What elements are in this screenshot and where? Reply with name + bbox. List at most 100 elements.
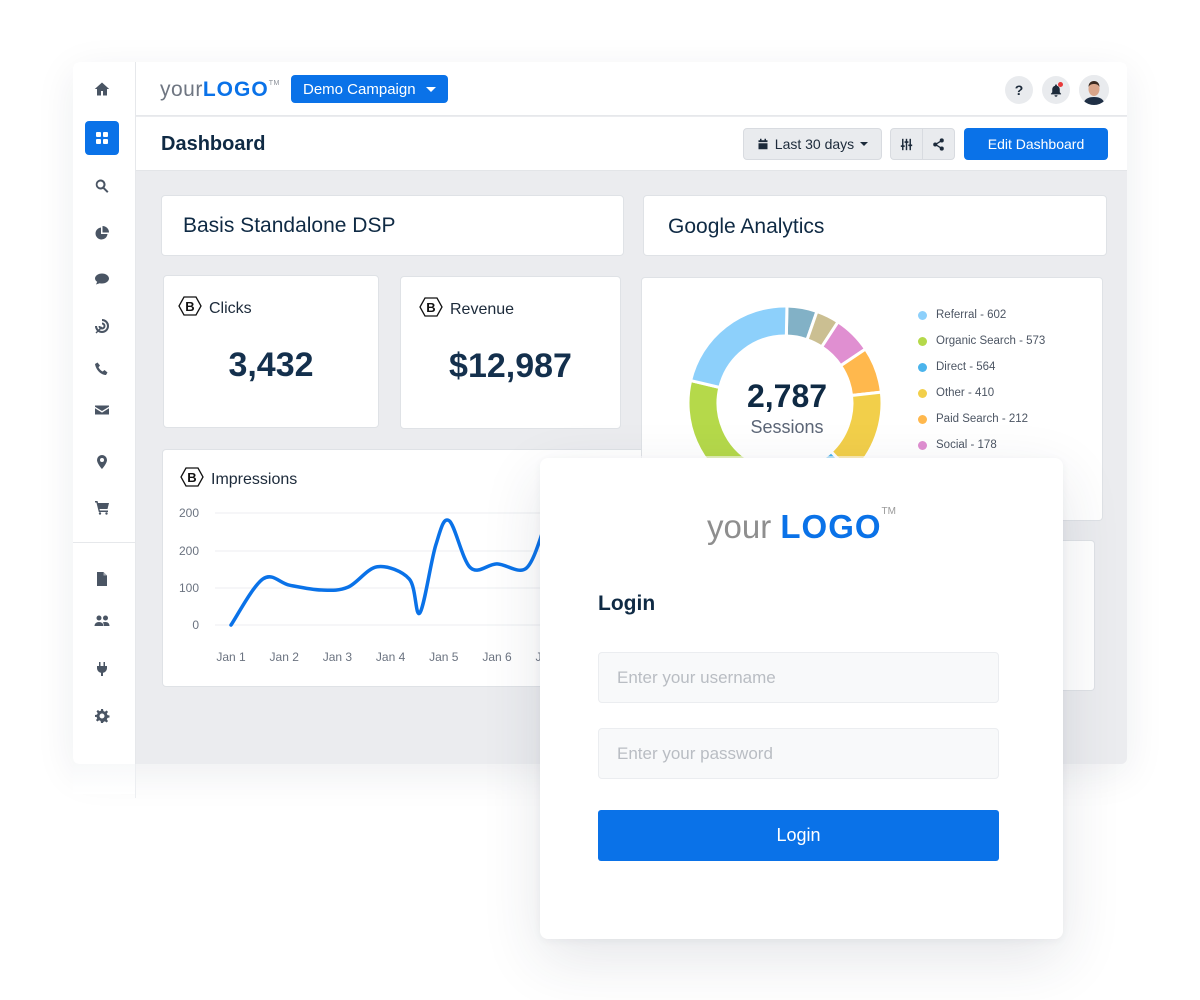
x-tick-label: Jan 1 bbox=[216, 650, 246, 664]
username-input[interactable] bbox=[598, 652, 999, 703]
share-button[interactable] bbox=[922, 129, 954, 159]
x-tick-label: Jan 4 bbox=[376, 650, 406, 664]
revenue-value: $12,987 bbox=[449, 347, 572, 385]
y-tick-label: 0 bbox=[192, 618, 199, 632]
legend-label: Social - 178 bbox=[936, 439, 997, 451]
dashboard-header: Dashboard Last 30 days Edit Dashboard bbox=[136, 117, 1127, 171]
share-icon bbox=[933, 137, 944, 151]
sliders-icon bbox=[900, 138, 913, 150]
edit-dashboard-label: Edit Dashboard bbox=[987, 136, 1085, 152]
partial-card bbox=[1061, 540, 1095, 691]
sidebar-extension-border bbox=[135, 764, 136, 798]
basis-logo-icon: B bbox=[419, 297, 443, 322]
legend-dot-icon bbox=[918, 414, 927, 424]
sidebar-extension bbox=[73, 764, 136, 794]
legend-item: Direct - 564 bbox=[918, 354, 1045, 380]
sidebar-item-locations[interactable] bbox=[85, 445, 119, 479]
x-tick-label: Jan 2 bbox=[270, 650, 300, 664]
question-mark-icon: ? bbox=[1014, 82, 1024, 98]
legend-dot-icon bbox=[918, 362, 927, 372]
app-logo[interactable]: yourLOGOTM bbox=[160, 78, 280, 102]
help-button[interactable]: ? bbox=[1005, 76, 1033, 104]
chat-bubble-icon bbox=[95, 273, 109, 285]
legend-dot-icon bbox=[918, 336, 927, 346]
y-tick-label: 200 bbox=[179, 506, 199, 520]
document-icon bbox=[97, 572, 107, 586]
edit-dashboard-button[interactable]: Edit Dashboard bbox=[964, 128, 1108, 160]
sidebar-item-calls[interactable] bbox=[85, 352, 119, 386]
target-icon bbox=[95, 319, 109, 334]
revenue-label-text: Revenue bbox=[450, 300, 515, 318]
basis-section-title: Basis Standalone DSP bbox=[183, 214, 396, 237]
sidebar-item-home[interactable] bbox=[85, 72, 119, 106]
logo-text-brand: LOGO bbox=[202, 78, 269, 101]
pie-chart-icon bbox=[95, 226, 109, 240]
sidebar-item-documents[interactable] bbox=[85, 562, 119, 596]
sidebar bbox=[73, 62, 136, 764]
notification-badge bbox=[1058, 82, 1063, 87]
google-analytics-section-title: Google Analytics bbox=[668, 215, 825, 238]
map-pin-icon bbox=[97, 455, 107, 469]
legend-item: Other - 410 bbox=[918, 380, 1045, 406]
view-options-group bbox=[890, 128, 955, 160]
legend-dot-icon bbox=[918, 388, 927, 398]
sidebar-item-reports[interactable] bbox=[85, 216, 119, 250]
sessions-label: Sessions bbox=[750, 417, 824, 437]
campaign-dropdown[interactable]: Demo Campaign bbox=[291, 75, 448, 103]
login-logo-your: your bbox=[707, 508, 772, 545]
x-tick-label: Jan 6 bbox=[482, 650, 512, 664]
clicks-card: B Clicks 3,432 bbox=[163, 275, 379, 428]
legend-item: Referral - 602 bbox=[918, 302, 1045, 328]
login-dialog: your LOGOTM Login Login bbox=[540, 458, 1063, 939]
sidebar-item-integrations[interactable] bbox=[85, 652, 119, 686]
shopping-cart-icon bbox=[95, 501, 109, 515]
sidebar-item-settings[interactable] bbox=[85, 699, 119, 733]
basis-section-header: Basis Standalone DSP bbox=[161, 195, 624, 256]
sessions-legend: Referral - 602 Organic Search - 573 Direct… bbox=[918, 302, 1045, 458]
password-input[interactable] bbox=[598, 728, 999, 779]
sessions-value: 2,787 bbox=[746, 378, 828, 414]
chevron-down-icon bbox=[860, 142, 869, 146]
sidebar-item-dashboard[interactable] bbox=[85, 121, 119, 155]
date-range-dropdown[interactable]: Last 30 days bbox=[743, 128, 882, 160]
user-avatar[interactable] bbox=[1079, 75, 1109, 105]
x-tick-label: Jan 3 bbox=[323, 650, 353, 664]
legend-label: Paid Search - 212 bbox=[936, 413, 1029, 425]
sidebar-item-search[interactable] bbox=[85, 169, 119, 203]
users-icon bbox=[94, 615, 110, 626]
legend-label: Other - 410 bbox=[936, 387, 995, 399]
page-title: Dashboard bbox=[161, 133, 266, 155]
legend-item: Paid Search - 212 bbox=[918, 406, 1045, 432]
logo-text-your: your bbox=[160, 78, 203, 101]
login-button[interactable]: Login bbox=[598, 810, 999, 861]
legend-item: Social - 178 bbox=[918, 432, 1045, 458]
notifications-button[interactable] bbox=[1042, 76, 1070, 104]
envelope-icon bbox=[95, 405, 109, 415]
sidebar-item-chat[interactable] bbox=[85, 262, 119, 296]
search-icon bbox=[95, 179, 109, 193]
y-tick-label: 100 bbox=[179, 581, 199, 595]
login-button-label: Login bbox=[776, 825, 821, 845]
sidebar-item-email[interactable] bbox=[85, 393, 119, 427]
clicks-label-text: Clicks bbox=[209, 299, 252, 317]
clicks-value: 3,432 bbox=[228, 346, 314, 384]
filter-button[interactable] bbox=[891, 129, 922, 159]
sidebar-item-users[interactable] bbox=[85, 604, 119, 638]
donut-slice-referral bbox=[688, 304, 789, 390]
login-logo-trademark: TM bbox=[881, 506, 896, 517]
chevron-down-icon bbox=[425, 86, 436, 92]
logo-trademark: TM bbox=[268, 80, 280, 87]
login-logo: your LOGOTM bbox=[540, 506, 1063, 546]
gear-icon bbox=[95, 709, 110, 723]
legend-dot-icon bbox=[918, 440, 927, 450]
phone-icon bbox=[95, 362, 108, 375]
plug-icon bbox=[97, 662, 107, 676]
sidebar-item-goals[interactable] bbox=[85, 309, 119, 343]
sidebar-item-ecommerce[interactable] bbox=[85, 490, 119, 524]
dashboard-grid-icon bbox=[96, 132, 108, 144]
login-title: Login bbox=[598, 592, 656, 615]
impressions-series-line bbox=[229, 518, 547, 627]
campaign-label: Demo Campaign bbox=[303, 80, 416, 98]
y-tick-label: 200 bbox=[179, 544, 199, 558]
top-bar: yourLOGOTM Demo Campaign ? bbox=[136, 62, 1127, 116]
